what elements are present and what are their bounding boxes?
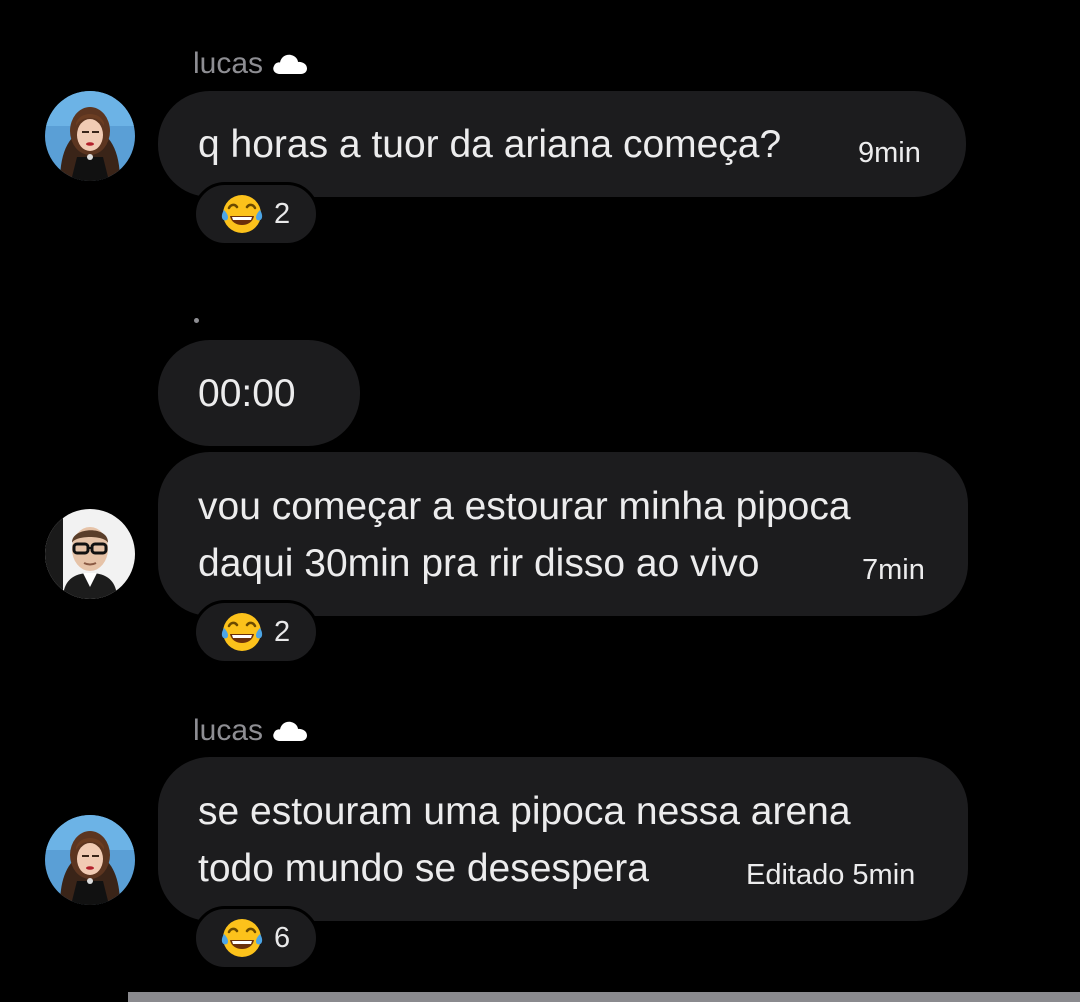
tears-of-joy-emoji-icon — [221, 195, 263, 233]
avatar[interactable] — [45, 509, 135, 599]
reaction-count: 2 — [274, 197, 291, 230]
reaction-count: 6 — [274, 921, 291, 954]
message-time: 9min — [858, 137, 921, 169]
reaction-pill[interactable]: 2 — [193, 182, 319, 246]
sender-dot — [194, 318, 199, 323]
message-text: q horas a tuor da ariana começa? — [198, 123, 782, 166]
reaction-pill[interactable]: 2 — [193, 600, 319, 664]
message-text: 00:00 — [198, 372, 296, 415]
message-time: Editado 5min — [746, 859, 916, 891]
avatar[interactable] — [45, 815, 135, 905]
message-text: todo mundo se desespera — [198, 847, 649, 890]
message-time: 7min — [862, 554, 925, 586]
cloud-icon — [273, 54, 308, 74]
scroll-indicator-bar — [128, 992, 1080, 1002]
message-text: vou começar a estourar minha pipoca — [198, 485, 851, 528]
cloud-icon — [273, 721, 308, 741]
tears-of-joy-emoji-icon — [221, 613, 263, 651]
reaction-pill[interactable]: 6 — [193, 906, 319, 970]
message-text: daqui 30min pra rir disso ao vivo — [198, 542, 760, 585]
avatar[interactable] — [45, 91, 135, 181]
message-bubble[interactable]: se estouram uma pipoca nessa arena todo … — [158, 757, 968, 921]
sender-name[interactable]: lucas — [193, 49, 309, 79]
reaction-count: 2 — [274, 615, 291, 648]
tears-of-joy-emoji-icon — [221, 919, 263, 957]
message-bubble[interactable]: 00:00 — [158, 340, 360, 446]
message-bubble[interactable]: vou começar a estourar minha pipoca daqu… — [158, 452, 968, 616]
sender-name[interactable]: lucas — [193, 716, 309, 746]
message-text: se estouram uma pipoca nessa arena — [198, 790, 851, 833]
